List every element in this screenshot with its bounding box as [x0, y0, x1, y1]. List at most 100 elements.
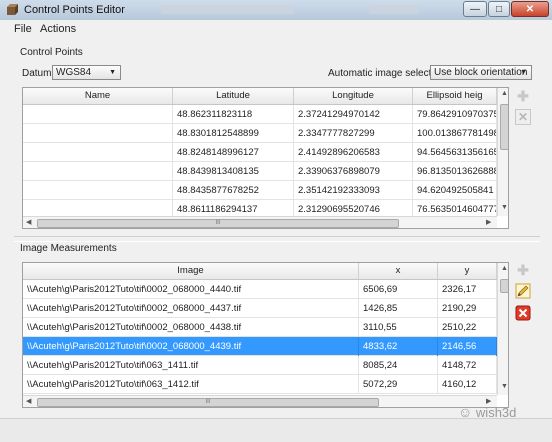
column-header-ellipsoid-height[interactable]: Ellipsoid heig: [413, 88, 497, 104]
delete-measurement-button[interactable]: [515, 305, 531, 321]
scroll-up-icon[interactable]: ▲: [501, 265, 508, 272]
cell-name: [23, 105, 173, 124]
vertical-scrollbar[interactable]: ▲ ▼: [497, 88, 508, 216]
splitter[interactable]: [14, 236, 540, 242]
table-row[interactable]: \\Acuteh\g\Paris2012Tuto\tif\063_1412.ti…: [23, 375, 497, 394]
cell-image-path: \\Acuteh\g\Paris2012Tuto\tif\0002_068000…: [23, 299, 359, 318]
scroll-thumb[interactable]: III: [37, 219, 399, 228]
status-bar: [0, 418, 552, 442]
cell-longitude: 2.41492896206583: [294, 143, 413, 162]
maximize-button[interactable]: □: [488, 1, 510, 17]
auto-image-selection-value: Use block orientation: [434, 67, 528, 78]
cell-image-path: \\Acuteh\g\Paris2012Tuto\tif\0002_068000…: [23, 280, 359, 299]
cell-longitude: 2.35142192333093: [294, 181, 413, 200]
cell-y: 2146,56: [438, 337, 497, 356]
cell-ellipsoid-height: 79.8642910970375: [413, 105, 497, 124]
scroll-left-icon[interactable]: ◀: [26, 218, 31, 226]
column-header-longitude[interactable]: Longitude: [294, 88, 413, 104]
cell-x: 4833,62: [359, 337, 438, 356]
column-header-x[interactable]: x: [359, 263, 438, 279]
control-points-header: Name Latitude Longitude Ellipsoid heig: [23, 88, 497, 105]
table-row[interactable]: \\Acuteh\g\Paris2012Tuto\tif\0002_068000…: [23, 280, 497, 299]
cell-y: 4160,12: [438, 375, 497, 394]
cell-longitude: 2.3347777827299: [294, 124, 413, 143]
cell-ellipsoid-height: 94.620492505841: [413, 181, 497, 200]
add-control-point-button[interactable]: ✚: [515, 88, 531, 104]
scroll-left-icon[interactable]: ◀: [26, 397, 31, 405]
watermark: ☺ wish3d: [458, 404, 516, 420]
cell-latitude: 48.8301812548899: [173, 124, 294, 143]
table-row-selected[interactable]: \\Acuteh\g\Paris2012Tuto\tif\0002_068000…: [23, 337, 497, 356]
menu-file[interactable]: File: [14, 23, 32, 35]
scroll-thumb[interactable]: [500, 279, 508, 293]
cell-latitude: 48.8435877678252: [173, 181, 294, 200]
blurred-title-info: [368, 5, 420, 14]
table-row[interactable]: 48.8248148996127 2.41492896206583 94.564…: [23, 143, 497, 162]
cell-x: 5072,29: [359, 375, 438, 394]
table-row[interactable]: 48.8435877678252 2.35142192333093 94.620…: [23, 181, 497, 200]
chevron-down-icon: ▼: [520, 69, 527, 76]
title-bar[interactable]: Control Points Editor — □ ✕: [0, 0, 552, 21]
horizontal-scrollbar[interactable]: ◀ III ▶: [23, 395, 497, 407]
chat-icon: ☺: [458, 404, 473, 420]
delete-control-point-button[interactable]: ✕: [515, 109, 531, 125]
pencil-icon: [515, 283, 531, 299]
control-points-editor-window: Control Points Editor — □ ✕ File Actions…: [0, 0, 552, 442]
datum-select[interactable]: WGS84 ▼: [52, 65, 121, 80]
delete-icon: [515, 305, 531, 321]
blurred-title-info: [160, 5, 295, 14]
cell-name: [23, 124, 173, 143]
column-header-image[interactable]: Image: [23, 263, 359, 279]
column-header-latitude[interactable]: Latitude: [173, 88, 294, 104]
vertical-scrollbar[interactable]: ▲ ▼: [497, 263, 508, 395]
column-header-name[interactable]: Name: [23, 88, 173, 104]
cell-name: [23, 181, 173, 200]
cell-name: [23, 162, 173, 181]
scroll-down-icon[interactable]: ▼: [501, 204, 508, 211]
table-row[interactable]: 48.862311823118 2.37241294970142 79.8642…: [23, 105, 497, 124]
window-title: Control Points Editor: [24, 4, 125, 16]
table-row[interactable]: \\Acuteh\g\Paris2012Tuto\tif\0002_068000…: [23, 318, 497, 337]
cell-longitude: 2.33906376898079: [294, 162, 413, 181]
cell-x: 8085,24: [359, 356, 438, 375]
minimize-button[interactable]: —: [463, 1, 487, 17]
add-measurement-button[interactable]: ✚: [515, 262, 531, 278]
column-header-y[interactable]: y: [438, 263, 497, 279]
image-measurements-table: Image x y \\Acuteh\g\Paris2012Tuto\tif\0…: [22, 262, 509, 408]
app-icon: [7, 4, 18, 15]
scroll-thumb[interactable]: III: [37, 398, 379, 407]
cell-y: 4148,72: [438, 356, 497, 375]
cell-y: 2190,29: [438, 299, 497, 318]
table-row[interactable]: 48.8439813408135 2.33906376898079 96.813…: [23, 162, 497, 181]
close-button[interactable]: ✕: [511, 1, 549, 17]
menu-actions[interactable]: Actions: [40, 23, 76, 35]
horizontal-scrollbar[interactable]: ◀ III ▶: [23, 216, 497, 228]
scroll-down-icon[interactable]: ▼: [501, 383, 508, 390]
table-row[interactable]: 48.8301812548899 2.3347777827299 100.013…: [23, 124, 497, 143]
scroll-up-icon[interactable]: ▲: [501, 90, 508, 97]
table-row[interactable]: \\Acuteh\g\Paris2012Tuto\tif\063_1411.ti…: [23, 356, 497, 375]
image-measurements-group-label: Image Measurements: [20, 243, 117, 254]
cell-image-path: \\Acuteh\g\Paris2012Tuto\tif\063_1411.ti…: [23, 356, 359, 375]
scroll-thumb[interactable]: [500, 104, 508, 150]
cell-ellipsoid-height: 94.5645631356165: [413, 143, 497, 162]
control-points-group-label: Control Points: [20, 47, 83, 58]
cell-y: 2510,22: [438, 318, 497, 337]
datum-value: WGS84: [56, 67, 92, 78]
cell-latitude: 48.8248148996127: [173, 143, 294, 162]
cell-latitude: 48.862311823118: [173, 105, 294, 124]
auto-image-selection-select[interactable]: Use block orientation ▼: [430, 65, 532, 80]
cell-longitude: 2.37241294970142: [294, 105, 413, 124]
image-measurements-header: Image x y: [23, 263, 497, 280]
auto-image-selection-label: Automatic image selection: [328, 68, 445, 79]
scroll-right-icon[interactable]: ▶: [486, 218, 491, 226]
cell-image-path: \\Acuteh\g\Paris2012Tuto\tif\0002_068000…: [23, 337, 359, 356]
cell-x: 1426,85: [359, 299, 438, 318]
chevron-down-icon: ▼: [109, 69, 116, 76]
control-points-table: Name Latitude Longitude Ellipsoid heig 4…: [22, 87, 509, 229]
edit-measurement-button[interactable]: [515, 283, 531, 299]
table-row[interactable]: \\Acuteh\g\Paris2012Tuto\tif\0002_068000…: [23, 299, 497, 318]
cell-latitude: 48.8439813408135: [173, 162, 294, 181]
menu-bar: File Actions: [0, 20, 552, 38]
cell-x: 6506,69: [359, 280, 438, 299]
